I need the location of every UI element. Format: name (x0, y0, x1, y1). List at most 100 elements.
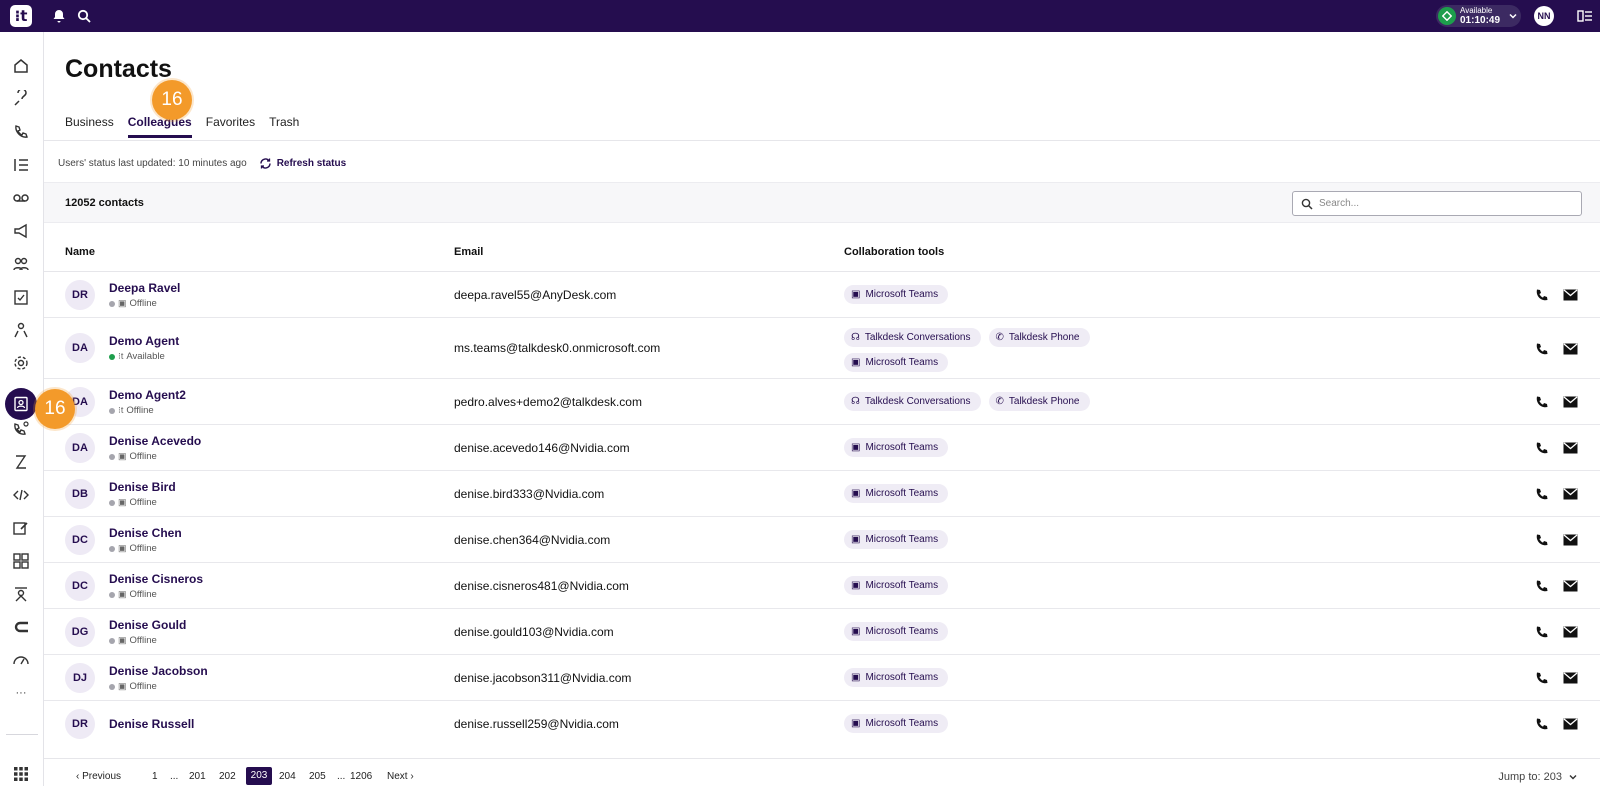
talkdesk-conversations-chip[interactable]: ☊ Talkdesk Conversations (844, 392, 981, 411)
email-icon[interactable] (1562, 624, 1578, 640)
table-row[interactable]: DC Denise Chen ▣ Offline denise.chen364@N… (44, 517, 1600, 563)
search-input[interactable] (1319, 198, 1559, 209)
more-icon[interactable]: ··· (11, 683, 31, 703)
voicemail-icon[interactable] (11, 188, 31, 208)
call-icon[interactable] (1534, 716, 1550, 732)
workforce-icon[interactable] (11, 320, 31, 340)
talkdesk-conversations-chip[interactable]: ☊ Talkdesk Conversations (844, 328, 981, 347)
pagination-page[interactable]: 1206 (350, 771, 372, 782)
email-icon[interactable] (1562, 486, 1578, 502)
pagination-page-current[interactable]: 203 (246, 767, 272, 785)
email-icon[interactable] (1562, 287, 1578, 303)
talkdesk-phone-chip[interactable]: ✆ Talkdesk Phone (988, 392, 1090, 411)
dashboard-grid-icon[interactable] (11, 551, 31, 571)
table-row[interactable]: DB Denise Bird ▣ Offline denise.bird333@N… (44, 471, 1600, 517)
contact-name[interactable]: Denise Gould (109, 618, 186, 632)
call-icon[interactable] (1534, 532, 1550, 548)
edit-icon[interactable] (11, 518, 31, 538)
user-avatar[interactable]: NN (1534, 6, 1554, 26)
contact-name[interactable]: Denise Bird (109, 480, 176, 494)
tab-business[interactable]: Business (65, 115, 114, 138)
email-icon[interactable] (1562, 440, 1578, 456)
team-icon[interactable] (11, 254, 31, 274)
call-icon[interactable] (1534, 394, 1550, 410)
table-row[interactable]: DR Denise Russell denise.russell259@Nvid… (44, 701, 1600, 747)
email-icon[interactable] (1562, 532, 1578, 548)
call-icon[interactable] (1534, 670, 1550, 686)
gear-icon[interactable] (11, 353, 31, 373)
tab-trash[interactable]: Trash (269, 115, 299, 138)
pagination-page[interactable]: 201 (189, 771, 206, 782)
search-field[interactable] (1292, 191, 1582, 216)
microsoft-teams-chip[interactable]: ▣ Microsoft Teams (844, 353, 949, 372)
call-icon[interactable] (1534, 624, 1550, 640)
contact-name[interactable]: Denise Russell (109, 717, 194, 731)
call-icon[interactable] (1534, 287, 1550, 303)
email-icon[interactable] (1562, 716, 1578, 732)
talkdesk-phone-chip[interactable]: ✆ Talkdesk Phone (988, 328, 1090, 347)
phone-icon[interactable] (11, 122, 31, 142)
table-row[interactable]: DR Deepa Ravel ▣ Offline deepa.ravel55@An… (44, 272, 1600, 318)
jump-to-page[interactable]: Jump to: 203 (1498, 771, 1578, 783)
teams-small-icon: ▣ (118, 298, 127, 308)
bell-icon[interactable] (51, 8, 67, 24)
contact-name[interactable]: Denise Jacobson (109, 664, 208, 678)
header-email[interactable]: Email (454, 246, 483, 258)
code-icon[interactable] (11, 485, 31, 505)
table-row[interactable]: DJ Denise Jacobson ▣ Offline denise.jacob… (44, 655, 1600, 701)
queue-list-icon[interactable] (11, 155, 31, 175)
microsoft-teams-chip[interactable]: ▣ Microsoft Teams (844, 438, 949, 457)
microsoft-teams-chip[interactable]: ▣ Microsoft Teams (844, 530, 949, 549)
agent-status-selector[interactable]: Available 01:10:49 (1436, 5, 1521, 27)
clipboard-check-icon[interactable] (11, 287, 31, 307)
contact-name[interactable]: Denise Cisneros (109, 572, 203, 586)
table-row[interactable]: DA Denise Acevedo ▣ Offline denise.aceved… (44, 425, 1600, 471)
integration-icon[interactable] (11, 617, 31, 637)
table-row[interactable]: DA Demo Agent ⁝t Available ms.teams@talkd… (44, 318, 1600, 379)
contact-name[interactable]: Denise Acevedo (109, 434, 201, 448)
table-row[interactable]: DG Denise Gould ▣ Offline denise.gould103… (44, 609, 1600, 655)
table-row[interactable]: DC Denise Cisneros ▣ Offline denise.cisne… (44, 563, 1600, 609)
talkdesk-logo[interactable]: ⁝t (10, 5, 32, 27)
pagination-previous[interactable]: ‹ Previous (76, 771, 121, 782)
campaigns-icon[interactable] (11, 221, 31, 241)
search-icon[interactable] (76, 8, 92, 24)
apps-panel-icon[interactable] (1577, 8, 1593, 24)
email-icon[interactable] (1562, 341, 1578, 357)
phone-settings-icon[interactable] (11, 419, 31, 439)
header-name[interactable]: Name (65, 246, 95, 258)
pagination-page[interactable]: 204 (279, 771, 296, 782)
pagination-page[interactable]: 205 (309, 771, 326, 782)
microsoft-teams-chip[interactable]: ▣ Microsoft Teams (844, 622, 949, 641)
call-icon[interactable] (1534, 578, 1550, 594)
pagination-page[interactable]: 1 (152, 771, 158, 782)
pagination-next[interactable]: Next › (387, 771, 414, 782)
email-icon[interactable] (1562, 670, 1578, 686)
microsoft-teams-chip[interactable]: ▣ Microsoft Teams (844, 668, 949, 687)
call-icon[interactable] (1534, 440, 1550, 456)
table-row[interactable]: DA Demo Agent2 ⁝t Offline pedro.alves+dem… (44, 379, 1600, 425)
app-launcher-icon[interactable] (11, 764, 31, 784)
home-icon[interactable] (11, 56, 31, 76)
contact-name[interactable]: Deepa Ravel (109, 281, 180, 295)
email-icon[interactable] (1562, 578, 1578, 594)
call-icon[interactable] (1534, 486, 1550, 502)
microsoft-teams-chip[interactable]: ▣ Microsoft Teams (844, 714, 949, 733)
pagination-page[interactable]: 202 (219, 771, 236, 782)
agent-assist-icon[interactable] (11, 584, 31, 604)
contact-name[interactable]: Demo Agent2 (109, 388, 186, 402)
call-icon[interactable] (1534, 341, 1550, 357)
conversations-icon[interactable] (11, 89, 31, 109)
tab-colleagues[interactable]: Colleagues (127, 115, 192, 138)
speedometer-icon[interactable] (11, 650, 31, 670)
contact-name[interactable]: Denise Chen (109, 526, 182, 540)
contacts-nav-icon[interactable] (5, 388, 37, 420)
microsoft-teams-chip[interactable]: ▣ Microsoft Teams (844, 576, 949, 595)
microsoft-teams-chip[interactable]: ▣ Microsoft Teams (844, 285, 949, 304)
tab-favorites[interactable]: Favorites (206, 115, 255, 138)
email-icon[interactable] (1562, 394, 1578, 410)
refresh-status-button[interactable]: Refresh status (259, 157, 346, 170)
contact-name[interactable]: Demo Agent (109, 334, 179, 348)
microsoft-teams-chip[interactable]: ▣ Microsoft Teams (844, 484, 949, 503)
routing-icon[interactable] (11, 452, 31, 472)
